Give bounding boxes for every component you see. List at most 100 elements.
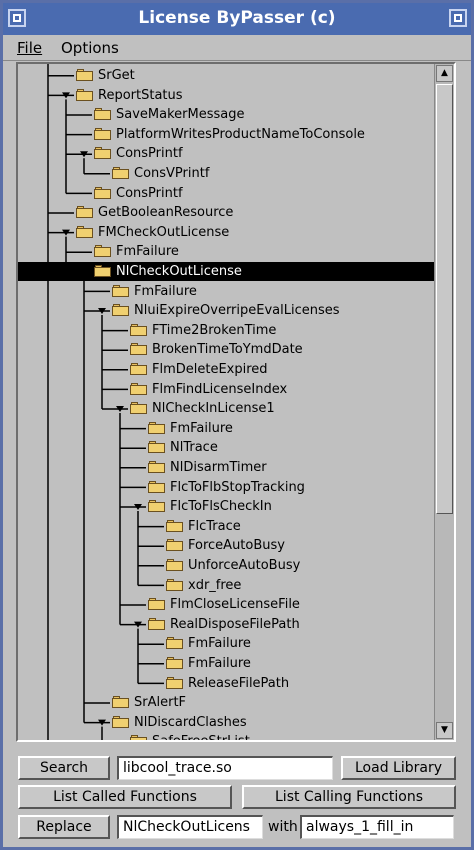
with-label: with xyxy=(268,819,298,835)
tree-row[interactable]: FlcToFlbStopTracking xyxy=(18,478,434,497)
search-button[interactable]: Search xyxy=(18,756,110,780)
tree-node: ReportStatus xyxy=(76,86,183,105)
tree-row[interactable]: BrokenTimeToYmdDate xyxy=(18,340,434,359)
tree-node: FlcToFlbStopTracking xyxy=(148,478,305,497)
folder-icon xyxy=(76,69,94,82)
arrow-down-icon: ▼ xyxy=(441,725,448,735)
tree-node-label: RealDisposeFilePath xyxy=(170,616,300,632)
tree-row[interactable]: FlmDeleteExpired xyxy=(18,360,434,379)
tree-row[interactable]: NlDisarmTimer xyxy=(18,458,434,477)
tree-row[interactable]: FTime2BrokenTime xyxy=(18,321,434,340)
tree-row[interactable]: NlDiscardClashes xyxy=(18,713,434,732)
tree-row[interactable]: ReportStatus xyxy=(18,86,434,105)
menu-options[interactable]: Options xyxy=(61,39,119,57)
tree-node-label: PlatformWritesProductNameToConsole xyxy=(116,126,365,142)
search-input[interactable]: libcool_trace.so xyxy=(117,756,333,780)
tree-node-label: ReleaseFilePath xyxy=(188,675,290,691)
title-bar[interactable]: License ByPasser (c) xyxy=(3,3,471,35)
tree-node: NlDiscardClashes xyxy=(112,713,247,732)
folder-icon xyxy=(166,539,184,552)
tree-node: GetBooleanResource xyxy=(76,203,233,222)
folder-icon xyxy=(148,461,166,474)
tree-node: FTime2BrokenTime xyxy=(130,321,276,340)
tree-row[interactable]: FmFailure xyxy=(18,654,434,673)
tree-node: FMCheckOutLicense xyxy=(76,223,229,242)
call-tree[interactable]: SrGet ReportStatus SaveMakerMessage Platfor… xyxy=(18,64,434,740)
tree-row[interactable]: NlCheckInLicense1 xyxy=(18,399,434,418)
tree-node: ConsVPrintf xyxy=(112,164,209,183)
tree-row[interactable]: ForceAutoBusy xyxy=(18,536,434,555)
folder-icon xyxy=(148,480,166,494)
tree-row[interactable]: SrAlertF xyxy=(18,693,434,712)
tree-node: FlmCloseLicenseFile xyxy=(148,595,300,614)
tree-node-label: FlmDeleteExpired xyxy=(152,362,268,377)
scroll-down-button[interactable]: ▼ xyxy=(436,722,453,739)
tree-node-label: FmFailure xyxy=(188,636,251,652)
folder-icon xyxy=(94,186,112,200)
list-called-functions-label: List Called Functions xyxy=(53,789,197,805)
scroll-up-button[interactable]: ▲ xyxy=(436,65,453,82)
folder-icon xyxy=(130,343,148,356)
vertical-scrollbar[interactable]: ▲ ▼ xyxy=(434,64,454,740)
folder-icon xyxy=(148,421,166,435)
tree-row[interactable]: SrGet xyxy=(18,66,434,85)
tree-row[interactable]: NlCheckOutLicense xyxy=(18,262,434,281)
folder-icon xyxy=(94,147,112,160)
replace-button[interactable]: Replace xyxy=(18,815,110,839)
tree-node-label: NluiExpireOverripeEvalLicenses xyxy=(134,303,340,319)
tree-row[interactable]: FlcTrace xyxy=(18,517,434,536)
tree-node: SrAlertF xyxy=(112,693,186,712)
arrow-up-icon: ▲ xyxy=(441,68,448,78)
folder-icon xyxy=(148,598,166,611)
tree-node: BrokenTimeToYmdDate xyxy=(130,340,303,359)
tree-row[interactable]: ConsVPrintf xyxy=(18,164,434,183)
tree-node-label: xdr_free xyxy=(188,577,242,593)
tree-row[interactable]: FmFailure xyxy=(18,419,434,438)
tree-row[interactable]: FlcToFlsCheckIn xyxy=(18,497,434,516)
replace-input[interactable]: NlCheckOutLicens xyxy=(117,815,263,839)
folder-icon xyxy=(112,167,130,180)
tree-row[interactable]: ConsPrintf xyxy=(18,144,434,163)
with-input-value: always_1_fill_in xyxy=(306,819,414,835)
tree-row[interactable]: NlTrace xyxy=(18,438,434,457)
tree-row[interactable]: ReleaseFilePath xyxy=(18,674,434,693)
tree-row[interactable]: ConsPrintf xyxy=(18,184,434,203)
with-input[interactable]: always_1_fill_in xyxy=(300,815,454,839)
folder-icon xyxy=(76,88,94,102)
tree-row[interactable]: SafeFreeStrList xyxy=(18,732,434,740)
tree-row[interactable]: FmFailure xyxy=(18,242,434,261)
tree-node-label: ConsVPrintf xyxy=(134,166,210,181)
scroll-thumb[interactable] xyxy=(436,84,453,514)
tree-node-label: ConsPrintf xyxy=(116,146,183,162)
maximize-button[interactable] xyxy=(449,9,467,27)
tree-node: SafeFreeStrList xyxy=(130,732,250,740)
tree-node-label: BrokenTimeToYmdDate xyxy=(152,342,303,358)
tree-node-label: FlmFindLicenseIndex xyxy=(152,381,288,397)
tree-node: FmFailure xyxy=(166,634,251,653)
tree-row[interactable]: NluiExpireOverripeEvalLicenses xyxy=(18,301,434,320)
tree-row[interactable]: SaveMakerMessage xyxy=(18,105,434,124)
tree-row[interactable]: FMCheckOutLicense xyxy=(18,223,434,242)
tree-node: NluiExpireOverripeEvalLicenses xyxy=(112,301,340,320)
folder-icon xyxy=(130,363,148,376)
tree-row[interactable]: RealDisposeFilePath xyxy=(18,615,434,634)
list-calling-functions-button[interactable]: List Calling Functions xyxy=(242,785,456,809)
tree-node-label: ConsPrintf xyxy=(116,185,183,201)
menu-file[interactable]: File xyxy=(17,39,42,57)
load-library-button[interactable]: Load Library xyxy=(341,756,456,780)
folder-icon xyxy=(166,559,184,572)
tree-row[interactable]: FmFailure xyxy=(18,282,434,301)
tree-row[interactable]: GetBooleanResource xyxy=(18,203,434,222)
tree-node-label: SaveMakerMessage xyxy=(116,107,245,123)
tree-row[interactable]: UnforceAutoBusy xyxy=(18,556,434,575)
folder-icon xyxy=(166,676,184,690)
tree-row[interactable]: FlmFindLicenseIndex xyxy=(18,380,434,399)
list-called-functions-button[interactable]: List Called Functions xyxy=(18,785,232,809)
tree-row[interactable]: FlmCloseLicenseFile xyxy=(18,595,434,614)
tree-row[interactable]: FmFailure xyxy=(18,634,434,653)
tree-node: FlmFindLicenseIndex xyxy=(130,380,287,399)
tree-row[interactable]: xdr_free xyxy=(18,576,434,595)
tree-node-label: UnforceAutoBusy xyxy=(188,558,301,573)
tree-node-label: NlDiscardClashes xyxy=(134,714,247,730)
tree-row[interactable]: PlatformWritesProductNameToConsole xyxy=(18,125,434,144)
